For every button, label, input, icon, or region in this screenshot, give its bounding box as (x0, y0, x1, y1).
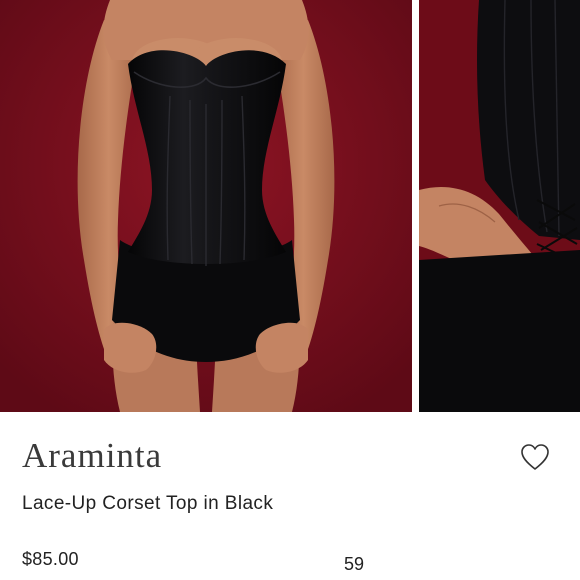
detail-product-photo[interactable] (419, 0, 580, 412)
price-label: $85.00 (22, 549, 79, 569)
heart-outline-icon (521, 444, 549, 470)
corset-front-illustration (0, 0, 412, 412)
main-product-photo[interactable] (0, 0, 412, 412)
corset-lace-detail-illustration (419, 0, 580, 412)
photo-gallery[interactable] (0, 0, 580, 412)
brand-name[interactable]: Araminta (22, 432, 162, 480)
listing-page: Araminta Lace-Up Corset Top in Black $85… (0, 0, 580, 580)
listing-title[interactable]: Lace-Up Corset Top in Black (22, 490, 273, 518)
like-button[interactable] (518, 440, 552, 474)
like-count: 59 (344, 554, 365, 574)
